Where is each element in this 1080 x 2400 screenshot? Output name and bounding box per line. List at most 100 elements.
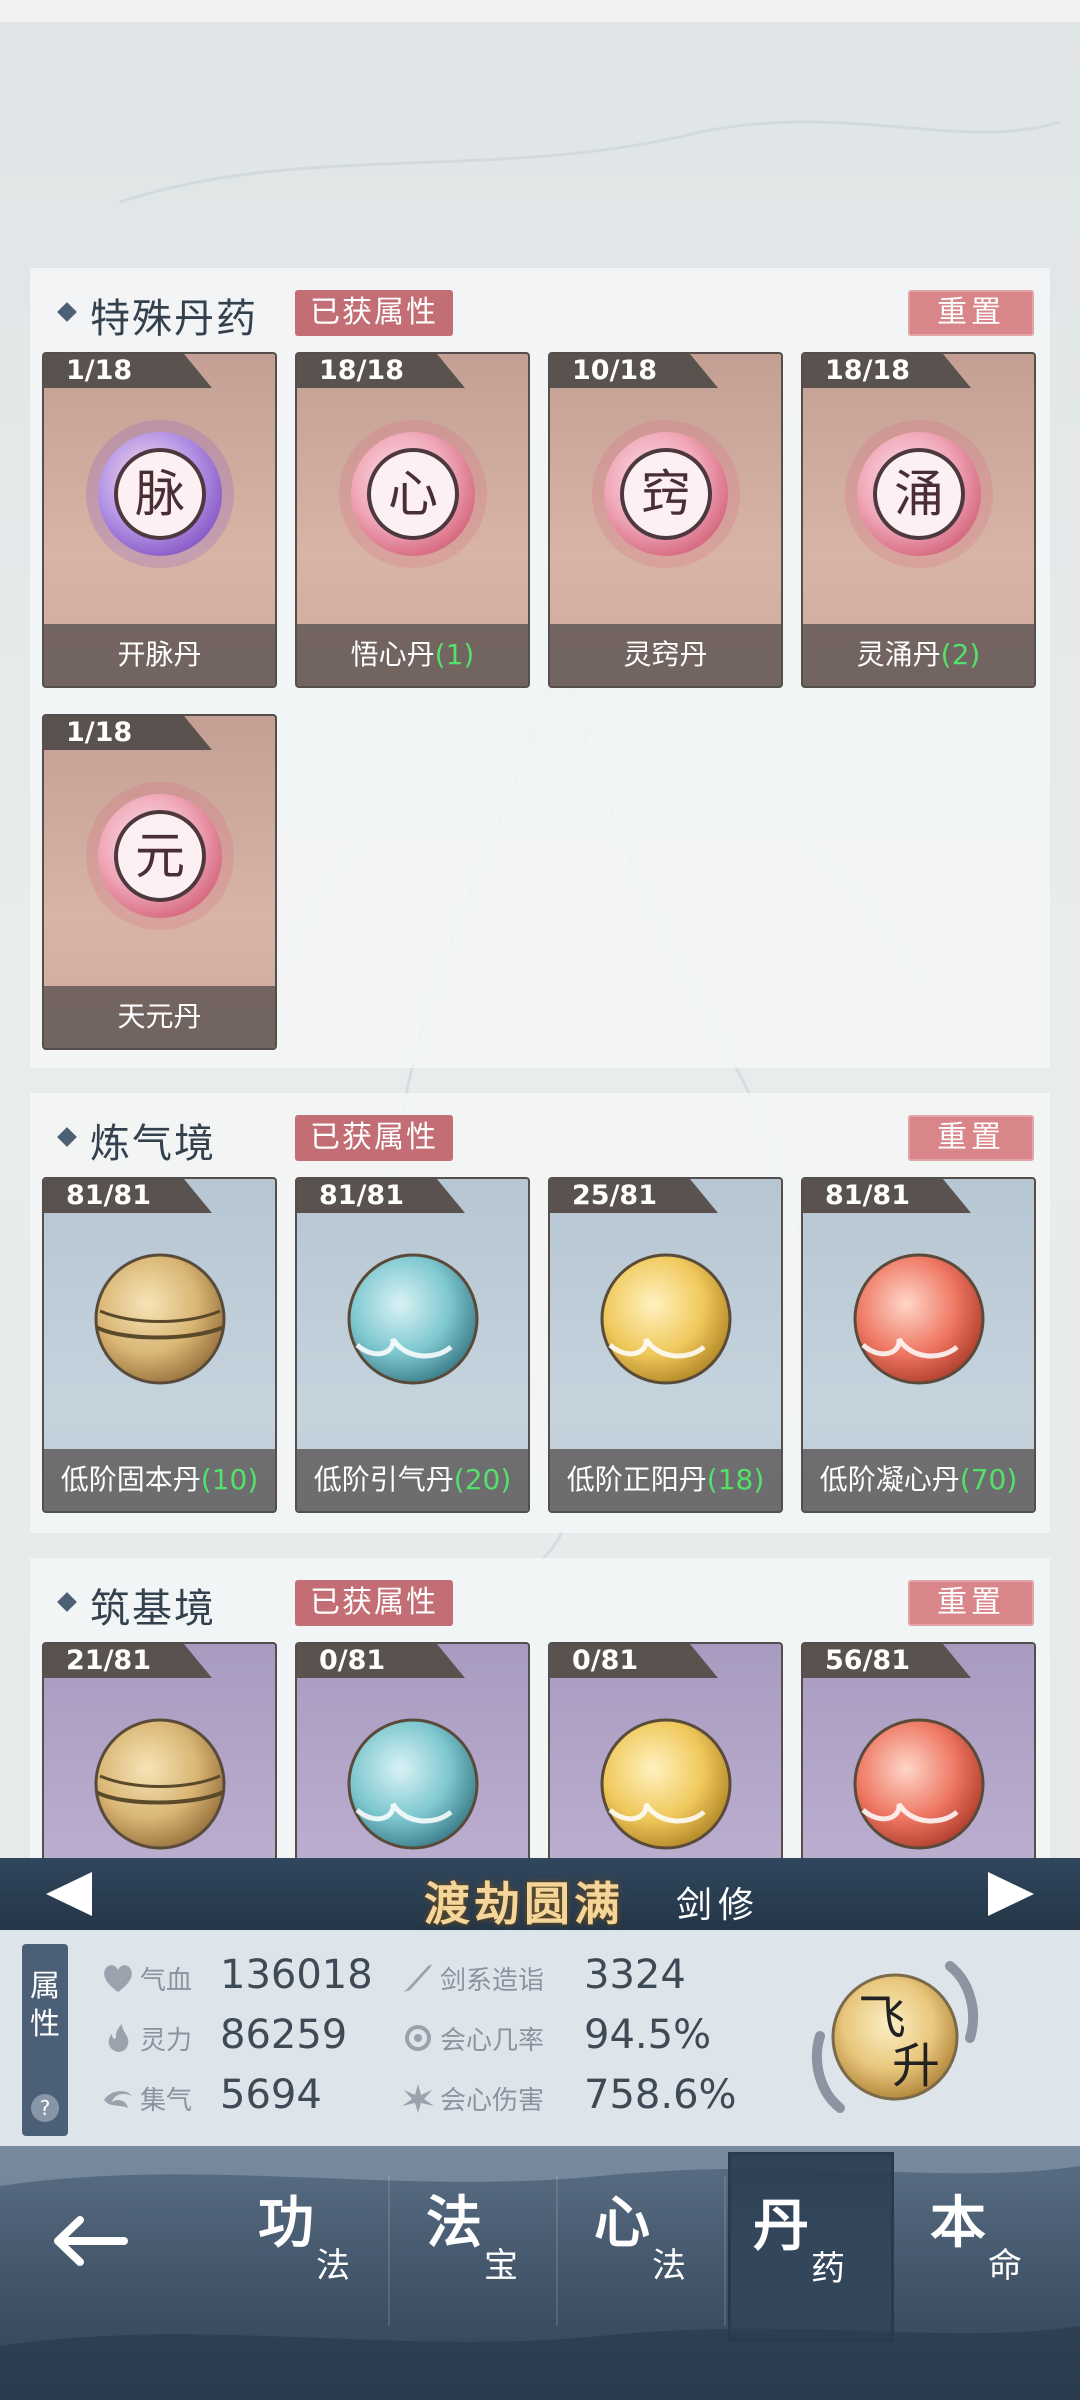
pill-name-label: 灵涌丹(2): [803, 624, 1034, 686]
pill-name: 灵窍丹: [623, 638, 708, 671]
pill-name: 低阶固本丹: [60, 1463, 201, 1496]
pill-card[interactable]: 56/81: [801, 1642, 1036, 1858]
flame-icon: [108, 2024, 129, 2052]
pill-orb-icon: [335, 1241, 491, 1397]
crit-rate-icon: [405, 2025, 431, 2051]
pill-count-tab: 81/81: [803, 1179, 971, 1213]
pill-count-tab: 18/18: [803, 354, 971, 388]
pill-count: 25/81: [572, 1180, 658, 1211]
pill-count: 21/81: [66, 1645, 152, 1676]
nav-tab-mind-methods[interactable]: 心 法: [572, 2178, 722, 2338]
stat-label: 灵力: [140, 2026, 193, 2056]
pill-glyph: 窍: [641, 465, 691, 523]
section-title: 筑基境: [90, 1586, 216, 1632]
pill-card[interactable]: 1/18 元天元丹: [42, 714, 277, 1050]
attribute-tab[interactable]: 属性 ?: [22, 1944, 68, 2136]
section-header: 特殊丹药 已获属性 重置: [30, 268, 1050, 358]
pill-count: 0/81: [319, 1645, 386, 1676]
nav-tab-natal[interactable]: 本 命: [908, 2178, 1058, 2338]
stat-label: 剑系造诣: [440, 1966, 545, 1996]
stat-sword-mastery: 剑系造诣 3324: [400, 1952, 720, 2002]
pill-count: 56/81: [825, 1645, 911, 1676]
previous-realm-arrow-icon[interactable]: [46, 1872, 92, 1916]
pill-count-tab: 18/18: [297, 354, 465, 388]
reset-button[interactable]: 重置: [908, 290, 1034, 336]
nav-tab-main-char: 本: [930, 2191, 986, 2256]
pill-count-tab: 1/18: [44, 716, 212, 750]
obtained-attributes-button[interactable]: 已获属性: [295, 290, 453, 336]
pill-count: 18/18: [825, 355, 911, 386]
cultivator-class: 剑修: [676, 1885, 761, 1926]
stat-crit-damage: 会心伤害 758.6%: [400, 2072, 740, 2122]
stat-hp: 气血 136018: [100, 1952, 380, 2002]
pill-name-label: 悟心丹(1): [297, 624, 528, 686]
pill-card[interactable]: 18/18 心悟心丹(1): [295, 352, 530, 688]
obtained-attributes-button[interactable]: 已获属性: [295, 1580, 453, 1626]
pill-glyph: 脉: [135, 465, 185, 523]
pill-card[interactable]: 1/18 脉开脉丹: [42, 352, 277, 688]
section-title: 炼气境: [90, 1121, 216, 1167]
pill-card[interactable]: 25/81 低阶正阳丹(18): [548, 1177, 783, 1513]
nav-tab-main-char: 丹: [753, 2194, 809, 2259]
pill-name-label: 天元丹: [44, 986, 275, 1048]
pill-orb-icon: [841, 1241, 997, 1397]
pill-card[interactable]: 0/81: [295, 1642, 530, 1858]
nav-tab-sub-char: 法: [316, 2246, 350, 2286]
reset-button[interactable]: 重置: [908, 1115, 1034, 1161]
attribute-panel: 属性 ? 气血 136018 剑系造诣 3324 灵力 86259 会心几率 9…: [0, 1930, 1080, 2146]
pill-orb-icon: [82, 1706, 238, 1858]
zhuji-section: 筑基境 已获属性 重置 21/81 0/81 0/81 56/81: [30, 1558, 1050, 1858]
pill-name-label: 低阶固本丹(10): [44, 1449, 275, 1511]
realm-bar: 渡劫圆满 剑修: [0, 1858, 1080, 1931]
nav-tab-treasures[interactable]: 法 宝: [404, 2178, 554, 2338]
pill-card[interactable]: 18/18 涌灵涌丹(2): [801, 352, 1036, 688]
bottom-navigation: 功 法 法 宝 心 法 丹 药 本 命: [0, 2146, 1080, 2400]
burst-icon: [402, 2084, 434, 2113]
nav-tab-pills[interactable]: 丹 药: [728, 2152, 894, 2342]
pill-card[interactable]: 81/81 低阶凝心丹(70): [801, 1177, 1036, 1513]
pill-orb-icon: [82, 1241, 238, 1397]
reset-button[interactable]: 重置: [908, 1580, 1034, 1626]
pill-count-tab: 81/81: [297, 1179, 465, 1213]
help-icon[interactable]: ?: [31, 2094, 59, 2122]
pill-seal-icon: 心: [335, 416, 491, 572]
pill-card[interactable]: 10/18 窍灵窍丹: [548, 352, 783, 688]
pill-count-tab: 1/18: [44, 354, 212, 388]
pill-glyph: 元: [135, 827, 185, 885]
diamond-icon: [57, 302, 77, 322]
back-arrow-icon[interactable]: [50, 2206, 130, 2276]
pill-bonus-count: (70): [959, 1463, 1018, 1496]
pill-count: 81/81: [319, 1180, 405, 1211]
next-realm-arrow-icon[interactable]: [988, 1872, 1034, 1916]
ascend-glyph-2: 升: [892, 2038, 940, 2094]
pill-count: 81/81: [825, 1180, 911, 1211]
obtained-attributes-button[interactable]: 已获属性: [295, 1115, 453, 1161]
attribute-tab-label: 属性: [30, 1969, 60, 2042]
pill-seal-icon: 窍: [588, 416, 744, 572]
special-pills-section: 特殊丹药 已获属性 重置 1/18 脉开脉丹 18/18 心悟心丹(1) 10/18 窍灵…: [30, 268, 1050, 1068]
pill-orb-icon: [588, 1241, 744, 1397]
pill-bonus-count: (20): [453, 1463, 512, 1496]
pill-seal-icon: 元: [82, 778, 238, 934]
pill-count: 0/81: [572, 1645, 639, 1676]
pill-bonus-count: (1): [434, 638, 475, 671]
pill-orb-icon: [588, 1706, 744, 1858]
pill-count: 1/18: [66, 355, 133, 386]
nav-tab-skills[interactable]: 功 法: [236, 2178, 386, 2338]
pill-name-label: 低阶凝心丹(70): [803, 1449, 1034, 1511]
pill-card[interactable]: 0/81: [548, 1642, 783, 1858]
diamond-icon: [57, 1592, 77, 1612]
swirl-icon: [104, 2091, 132, 2108]
ascend-emblem-icon: 飞 升: [812, 1961, 978, 2113]
nav-tab-sub-char: 法: [652, 2246, 686, 2286]
section-header: 筑基境 已获属性 重置: [30, 1558, 1050, 1648]
pill-count-tab: 10/18: [550, 354, 718, 388]
pill-name-label: 开脉丹: [44, 624, 275, 686]
pill-count: 81/81: [66, 1180, 152, 1211]
pill-card[interactable]: 81/81 低阶引气丹(20): [295, 1177, 530, 1513]
pill-card[interactable]: 21/81: [42, 1642, 277, 1858]
ascend-button[interactable]: 飞 升: [800, 1942, 990, 2132]
nav-tab-main-char: 功: [258, 2191, 314, 2256]
pill-count-tab: 81/81: [44, 1179, 212, 1213]
pill-card[interactable]: 81/81 低阶固本丹(10): [42, 1177, 277, 1513]
